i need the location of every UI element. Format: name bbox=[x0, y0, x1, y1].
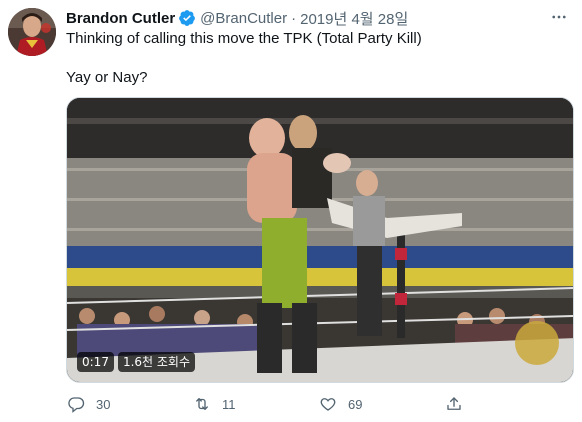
video-player[interactable]: 0:17 1.6천 조회수 bbox=[66, 97, 574, 383]
avatar[interactable] bbox=[8, 8, 56, 56]
retweet-count: 11 bbox=[222, 396, 236, 412]
separator-dot: · bbox=[291, 9, 297, 27]
verified-badge-icon bbox=[178, 9, 196, 27]
reply-icon bbox=[66, 394, 86, 414]
tweet-date[interactable]: 2019년 4월 28일 bbox=[300, 8, 408, 29]
tweet-header: Brandon Cutler @BranCutler · 2019년 4월 28… bbox=[66, 8, 570, 28]
video-frame bbox=[67, 98, 573, 382]
tweet-text-line-1: Thinking of calling this move the TPK (T… bbox=[66, 30, 422, 47]
retweet-button[interactable]: 11 bbox=[192, 394, 318, 414]
share-icon bbox=[444, 394, 464, 414]
video-view-count: 1.6천 조회수 bbox=[117, 352, 196, 372]
reply-button[interactable]: 30 bbox=[66, 394, 192, 414]
video-duration: 0:17 bbox=[77, 352, 114, 372]
tweet-actions: 30 11 69 bbox=[66, 393, 506, 415]
user-handle[interactable]: @BranCutler bbox=[200, 10, 287, 27]
display-name[interactable]: Brandon Cutler bbox=[66, 10, 175, 27]
avatar-image bbox=[8, 8, 56, 56]
video-overlay: 0:17 1.6천 조회수 bbox=[77, 352, 196, 372]
share-button[interactable] bbox=[444, 394, 484, 414]
retweet-icon bbox=[192, 394, 212, 414]
like-button[interactable]: 69 bbox=[318, 394, 444, 414]
like-icon bbox=[318, 394, 338, 414]
like-count: 69 bbox=[348, 396, 363, 412]
tweet-text-line-2: Yay or Nay? bbox=[66, 69, 148, 86]
more-horizontal-icon[interactable] bbox=[548, 6, 570, 28]
reply-count: 30 bbox=[96, 396, 111, 412]
